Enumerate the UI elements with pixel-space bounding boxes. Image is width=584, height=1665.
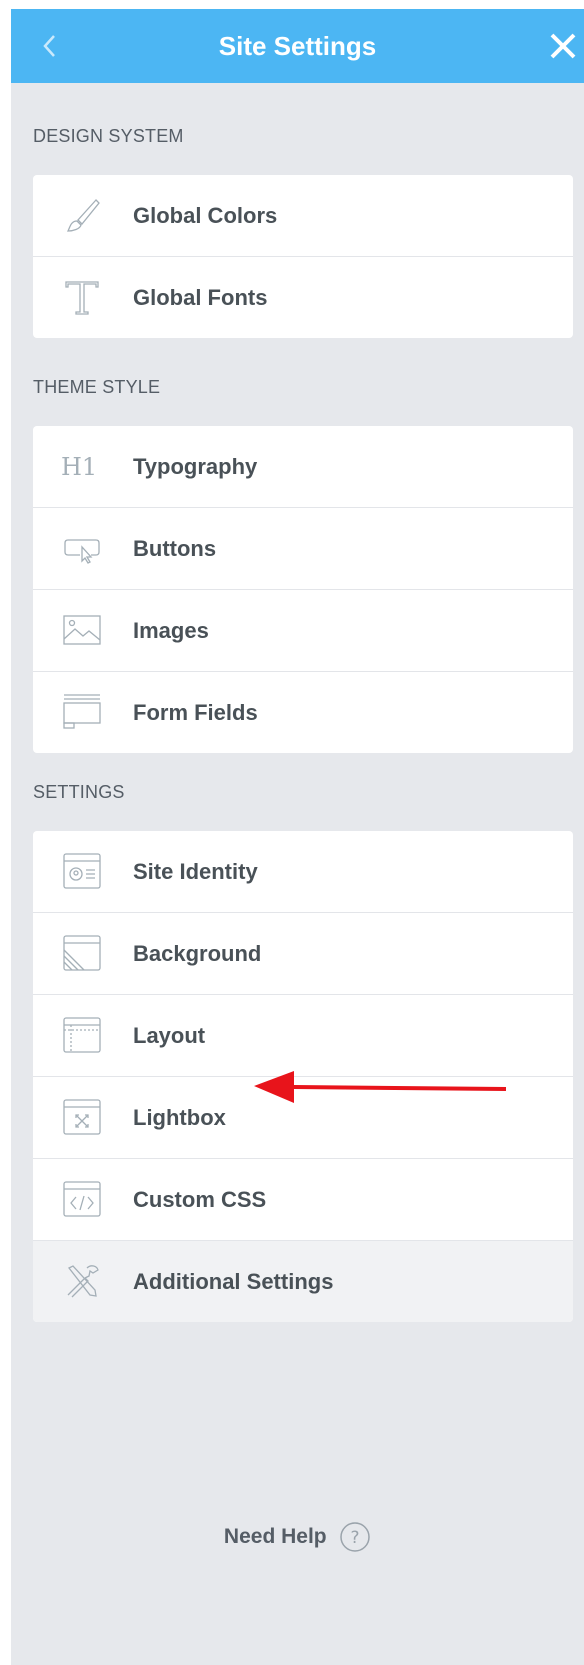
menu-item-layout[interactable]: Layout <box>33 995 573 1077</box>
menu-item-global-fonts[interactable]: Global Fonts <box>33 257 573 338</box>
code-icon <box>61 1178 103 1220</box>
menu-item-typography[interactable]: H1 Typography <box>33 426 573 508</box>
menu-item-label: Layout <box>133 1023 206 1048</box>
menu-item-label: Images <box>133 618 209 643</box>
section-label-theme-style: THEME STYLE <box>33 377 161 397</box>
menu-item-label: Additional Settings <box>133 1269 334 1294</box>
menu-item-label: Lightbox <box>133 1105 226 1130</box>
menu-item-global-colors[interactable]: Global Colors <box>33 175 573 257</box>
panel-header: Site Settings <box>11 9 584 83</box>
need-help[interactable]: Need Help ? <box>11 1521 584 1561</box>
annotation-arrow <box>254 1071 507 1103</box>
menu-item-label: Typography <box>133 454 258 479</box>
h1-icon: H1 <box>61 445 103 487</box>
menu-item-label: Background <box>133 941 262 966</box>
menu-item-label: Form Fields <box>133 700 258 725</box>
site-settings-panel: Site Settings DESIGN SYSTEM Global Color… <box>11 9 584 1665</box>
menu-item-label: Site Identity <box>133 859 258 884</box>
form-fields-icon <box>61 691 103 733</box>
menu-item-label: Global Fonts <box>133 285 268 310</box>
menu-item-images[interactable]: Images <box>33 590 573 672</box>
menu-item-additional-settings[interactable]: Additional Settings <box>33 1241 573 1322</box>
close-button[interactable] <box>548 31 578 61</box>
menu-item-label: Global Colors <box>133 203 278 228</box>
site-identity-icon <box>61 850 103 892</box>
svg-text:?: ? <box>351 1528 360 1548</box>
menu-item-label: Custom CSS <box>133 1187 267 1212</box>
question-circle-icon[interactable]: ? <box>339 1521 371 1553</box>
section-label-settings: SETTINGS <box>33 782 125 802</box>
theme-style-card: H1 Typography Buttons Images Form Fields <box>33 426 573 753</box>
menu-item-buttons[interactable]: Buttons <box>33 508 573 590</box>
button-cursor-icon <box>61 527 103 569</box>
layout-icon <box>61 1014 103 1056</box>
need-help-label: Need Help <box>223 1525 327 1548</box>
tools-icon <box>61 1260 103 1302</box>
lightbox-icon <box>61 1096 103 1138</box>
svg-text:H1: H1 <box>61 453 97 481</box>
brush-icon <box>61 194 103 236</box>
menu-item-form-fields[interactable]: Form Fields <box>33 672 573 753</box>
menu-item-background[interactable]: Background <box>33 913 573 995</box>
section-label-design-system: DESIGN SYSTEM <box>33 126 184 146</box>
design-system-card: Global Colors Global Fonts <box>33 175 573 338</box>
close-icon <box>550 33 576 59</box>
panel-title: Site Settings <box>218 31 377 61</box>
background-icon <box>61 932 103 974</box>
menu-item-label: Buttons <box>133 536 217 561</box>
menu-item-custom-css[interactable]: Custom CSS <box>33 1159 573 1241</box>
menu-item-site-identity[interactable]: Site Identity <box>33 831 573 913</box>
font-t-icon <box>61 276 103 318</box>
image-icon <box>61 609 103 651</box>
